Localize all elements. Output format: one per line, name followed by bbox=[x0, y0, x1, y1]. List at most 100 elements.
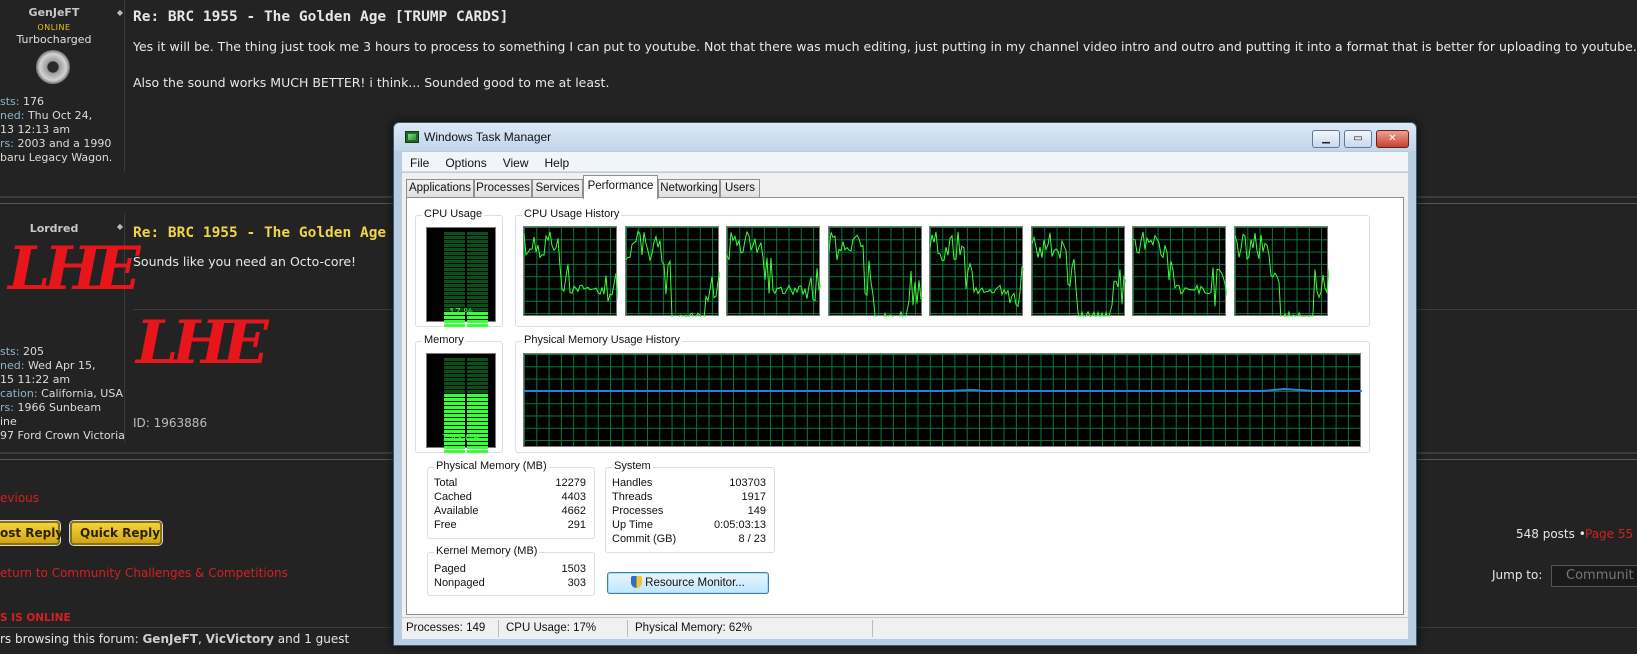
tab-users[interactable]: Users bbox=[720, 179, 760, 198]
stat-threads: Threads 1917 bbox=[612, 491, 766, 503]
menu-options[interactable]: Options bbox=[437, 153, 494, 173]
task-manager-window[interactable]: Windows Task Manager ▁ ▭ ✕ File Options Vi… bbox=[393, 122, 1417, 646]
stat-cached: Cached 4403 bbox=[434, 491, 586, 503]
uac-shield-icon bbox=[631, 576, 643, 588]
tab-networking[interactable]: Networking bbox=[658, 179, 720, 198]
cars-info: rs: 1966 Sunbeam bbox=[0, 401, 102, 414]
memory-gauge-segment bbox=[467, 402, 488, 405]
signature-id: ID: 1963886 bbox=[133, 416, 208, 430]
window-title: Windows Task Manager bbox=[424, 130, 552, 144]
who-is-online-heading: S IS ONLINE bbox=[0, 612, 71, 624]
cpu-gauge-segment bbox=[467, 264, 488, 267]
post-body-line-2: Also the sound works MUCH BETTER! i thin… bbox=[133, 75, 610, 90]
stat-commit: Commit (GB) 8 / 23 bbox=[612, 533, 766, 545]
cpu-gauge-segment bbox=[444, 232, 465, 235]
post-profile: Lordred LHE sts: 205 ned: Wed Apr 15, 15… bbox=[0, 213, 141, 443]
tab-services[interactable]: Services bbox=[532, 179, 583, 198]
memory-gauge-segment bbox=[467, 390, 488, 393]
physical-memory-label: Physical Memory (MB) bbox=[434, 460, 549, 472]
cars-info-2: ine bbox=[0, 415, 17, 428]
cpu-gauge-segment bbox=[467, 252, 488, 255]
memory-gauge-segment bbox=[444, 450, 465, 453]
cpu-gauge-segment bbox=[444, 324, 465, 327]
maximize-button[interactable]: ▭ bbox=[1344, 130, 1372, 148]
status-processes: Processes: 149 bbox=[406, 622, 486, 634]
cpu-gauge-segment bbox=[444, 240, 465, 243]
browsing-user-link[interactable]: GenJeFT bbox=[142, 632, 198, 646]
physical-memory-history-graph bbox=[523, 353, 1362, 447]
status-memory: Physical Memory: 62% bbox=[635, 622, 752, 634]
location-info: cation: California, USA bbox=[0, 387, 124, 400]
cpu-gauge-segment bbox=[444, 284, 465, 287]
window-titlebar[interactable]: Windows Task Manager ▁ ▭ ✕ bbox=[394, 123, 1416, 151]
status-separator bbox=[498, 620, 499, 637]
post-title[interactable]: Re: BRC 1955 - The Golden Age [TRUMP CAR… bbox=[133, 9, 508, 25]
cpu-gauge-segment bbox=[444, 292, 465, 295]
stat-free: Free 291 bbox=[434, 519, 586, 531]
lhe-logo-avatar: LHE bbox=[8, 234, 141, 304]
collapse-icon[interactable]: ◆ bbox=[116, 8, 124, 18]
memory-gauge-segment bbox=[467, 398, 488, 401]
memory-gauge-segment bbox=[467, 418, 488, 421]
joined-info-2: 15 11:22 am bbox=[0, 373, 71, 386]
physical-memory-history-label: Physical Memory Usage History bbox=[522, 334, 682, 346]
minimize-button[interactable]: ▁ bbox=[1312, 130, 1340, 148]
tab-processes[interactable]: Processes bbox=[474, 179, 532, 198]
cpu-gauge-segment bbox=[444, 264, 465, 267]
memory-group: Memory 7.43 GB bbox=[415, 334, 503, 453]
cpu-gauge-segment bbox=[444, 280, 465, 283]
menu-help[interactable]: Help bbox=[537, 153, 578, 173]
cpu-gauge-segment bbox=[467, 288, 488, 291]
status-bar: Processes: 149 CPU Usage: 17% Physical M… bbox=[402, 617, 1408, 639]
cpu-usage-label: CPU Usage bbox=[422, 208, 485, 220]
system-label: System bbox=[612, 460, 653, 472]
post-body-line-1: Yes it will be. The thing just took me 3… bbox=[133, 39, 1637, 54]
quick-reply-button[interactable]: Quick Reply bbox=[70, 521, 162, 545]
post-username[interactable]: GenJeFT bbox=[0, 6, 108, 20]
resource-monitor-button[interactable]: Resource Monitor... bbox=[607, 572, 769, 594]
cpu-gauge-segment bbox=[444, 268, 465, 271]
status-cpu: CPU Usage: 17% bbox=[506, 622, 597, 634]
memory-gauge-segment bbox=[444, 398, 465, 401]
memory-gauge-segment bbox=[467, 414, 488, 417]
browsing-user-link[interactable]: VicVictory bbox=[206, 632, 274, 646]
menu-file[interactable]: File bbox=[402, 153, 437, 173]
memory-gauge-segment bbox=[444, 402, 465, 405]
window-client: Applications Processes Services Performa… bbox=[402, 173, 1408, 639]
posts-count: 548 posts • bbox=[1516, 527, 1586, 541]
close-button[interactable]: ✕ bbox=[1376, 130, 1409, 148]
memory-gauge-segment bbox=[467, 374, 488, 377]
cpu-gauge-segment bbox=[467, 300, 488, 303]
collapse-icon[interactable]: ◆ bbox=[116, 222, 124, 232]
cpu-gauge-segment bbox=[444, 256, 465, 259]
cpu-gauge-segment bbox=[467, 244, 488, 247]
page-indicator[interactable]: Page 55 bbox=[1585, 527, 1633, 541]
cpu-gauge-segment bbox=[444, 272, 465, 275]
previous-link[interactable]: evious bbox=[0, 491, 39, 505]
jump-to-select[interactable]: Communit bbox=[1551, 565, 1637, 587]
return-link[interactable]: eturn to Community Challenges & Competit… bbox=[0, 566, 288, 580]
cpu-gauge-segment bbox=[444, 248, 465, 251]
cpu-gauge-segment bbox=[444, 320, 465, 323]
cpu-usage-group: CPU Usage 17 % bbox=[415, 208, 503, 327]
memory-gauge-segment bbox=[444, 366, 465, 369]
cpu-gauge-segment bbox=[467, 324, 488, 327]
cpu-core-history-graph bbox=[827, 226, 923, 317]
post-title[interactable]: Re: BRC 1955 - The Golden Age [TRU bbox=[133, 225, 430, 241]
memory-gauge-segment bbox=[444, 386, 465, 389]
cpu-core-history-line bbox=[727, 230, 821, 302]
cpu-gauge-segment bbox=[467, 240, 488, 243]
tab-applications[interactable]: Applications bbox=[406, 179, 474, 198]
tab-performance[interactable]: Performance bbox=[583, 175, 658, 199]
stat-uptime: Up Time 0:05:03:13 bbox=[612, 519, 766, 531]
menu-view[interactable]: View bbox=[495, 153, 537, 173]
cpu-core-history-line bbox=[625, 230, 720, 317]
cpu-core-history-line bbox=[1234, 233, 1329, 317]
joined-info-2: 13 12:13 am bbox=[0, 123, 71, 136]
post-reply-button[interactable]: ost Reply bbox=[0, 521, 63, 545]
memory-gauge-segment bbox=[467, 410, 488, 413]
jump-to-label: Jump to: bbox=[1492, 568, 1543, 582]
memory-gauge-segment bbox=[444, 394, 465, 397]
cpu-core-history-graph bbox=[523, 226, 618, 316]
kernel-memory-stats: Kernel Memory (MB) Paged 1503 Nonpaged 303 bbox=[427, 545, 595, 596]
